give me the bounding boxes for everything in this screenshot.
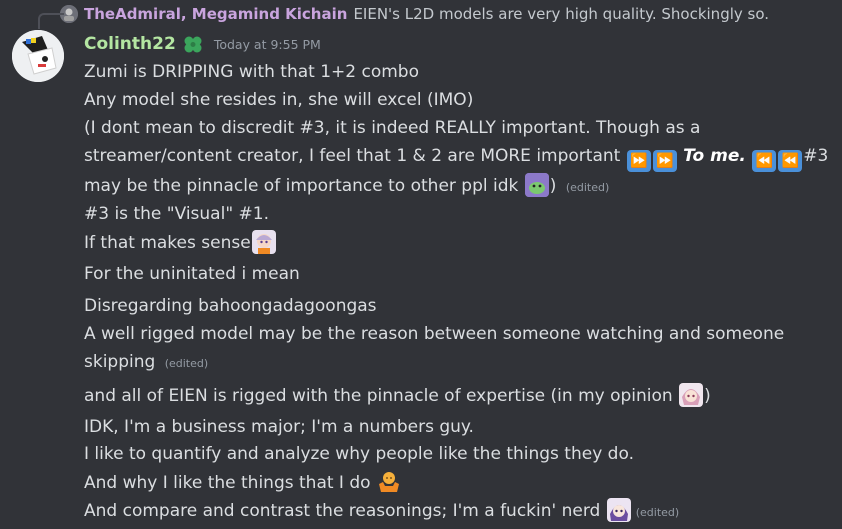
message-line: For the uninitated i mean (84, 264, 300, 284)
message-text: and all of EIEN is rigged with the pinna… (84, 386, 673, 406)
fast-forward-icon[interactable]: ⏩ (652, 150, 677, 172)
message-line: IDK, I'm a business major; I'm a numbers… (84, 417, 474, 437)
message-line: If that makes sense (84, 230, 277, 254)
custom-emoji-icon[interactable] (679, 383, 704, 407)
message-text: skipping (84, 352, 156, 372)
timestamp[interactable]: Today at 9:55 PM (214, 37, 321, 52)
message-text: ) (704, 386, 711, 406)
rewind-icon[interactable]: ⏪ (778, 150, 803, 172)
message-line: A well rigged model may be the reason be… (84, 324, 785, 344)
fast-forward-icon[interactable]: ⏩ (626, 150, 651, 172)
message-line: Disregarding bahoongadagoongas (84, 296, 377, 316)
message-line: And compare and contrast the reasonings;… (84, 498, 679, 524)
custom-emoji-icon[interactable] (251, 230, 276, 254)
message-text: may be the pinnacle of importance to oth… (84, 176, 519, 196)
clover-icon[interactable] (182, 33, 204, 55)
reply-text[interactable]: EIEN's L2D models are very high quality.… (353, 5, 769, 23)
message-text: And compare and contrast the reasonings;… (84, 501, 601, 521)
reply-spine (38, 13, 64, 29)
person-shrugging-icon[interactable] (377, 470, 401, 494)
message-line: #3 is the "Visual" #1. (84, 204, 270, 224)
emphasis-text: To me. (683, 146, 746, 166)
rewind-icon[interactable]: ⏪ (752, 150, 777, 172)
message-line: Zumi is DRIPPING with that 1+2 combo (84, 62, 419, 82)
message-text: ) (549, 176, 557, 196)
edited-label[interactable]: (edited) (165, 357, 208, 370)
message-line: skipping (edited) (84, 351, 208, 375)
username[interactable]: Colinth22 (84, 34, 176, 54)
message-text: streamer/content creator, I feel that 1 … (84, 146, 621, 166)
custom-emoji-icon[interactable] (606, 498, 631, 522)
reply-author[interactable]: TheAdmiral, Megamind Kichain (84, 5, 347, 23)
message-text: #3 (803, 146, 829, 166)
edited-label[interactable]: (edited) (566, 181, 609, 194)
message-line: And why I like the things that I do (84, 470, 402, 494)
message-text: If that makes sense (84, 233, 251, 253)
message-header: Colinth22 Today at 9:55 PM (84, 33, 321, 55)
message-text: And why I like the things that I do (84, 473, 371, 493)
message-line: and all of EIEN is rigged with the pinna… (84, 383, 711, 407)
custom-emoji-icon[interactable] (524, 173, 549, 197)
message-line: Any model she resides in, she will excel… (84, 90, 474, 110)
message-line: (I dont mean to discredit #3, it is inde… (84, 118, 701, 138)
avatar[interactable] (12, 30, 64, 82)
reply-preview[interactable]: TheAdmiral, Megamind Kichain EIEN's L2D … (38, 3, 769, 29)
message-line: may be the pinnacle of importance to oth… (84, 173, 609, 199)
message-line: I like to quantify and analyze why peopl… (84, 444, 634, 464)
edited-label[interactable]: (edited) (636, 506, 679, 519)
message-line: streamer/content creator, I feel that 1 … (84, 145, 828, 172)
